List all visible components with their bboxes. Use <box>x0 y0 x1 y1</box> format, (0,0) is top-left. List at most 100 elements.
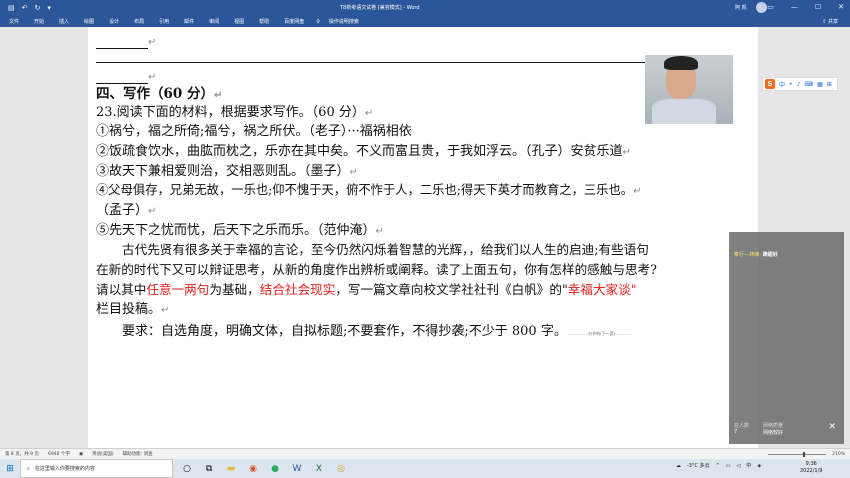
tab-design[interactable]: 设计 <box>109 18 119 25</box>
question-text: 23.阅读下面的材料，根据要求写作。（60 分） <box>96 105 365 120</box>
weather-text[interactable]: -3°C 多云 <box>687 462 710 469</box>
redo-icon[interactable]: ↻ <box>35 4 41 12</box>
close-icon[interactable]: ✕ <box>828 422 836 432</box>
tab-mailings[interactable]: 邮件 <box>184 18 194 25</box>
presenter-hair <box>664 56 698 70</box>
body-paragraph: 在新的时代下又可以辩证思考，从新的角度作出辨析或阐释。读了上面五句，你有怎样的感… <box>96 259 657 278</box>
app-tray-icon[interactable]: ◈ <box>757 463 761 469</box>
volume-icon[interactable]: ◁ <box>737 463 741 469</box>
tab-baidu-netdisk[interactable]: 百度网盘 <box>284 18 304 25</box>
system-clock[interactable]: 9:36 2022/1/9 <box>800 461 822 475</box>
skin-icon[interactable]: ▦ <box>817 81 823 88</box>
proofing-icon[interactable]: ▣ <box>79 452 83 457</box>
voice-icon[interactable]: ♪ <box>797 81 801 88</box>
section-heading: 四、写作（60 分）↵ <box>96 82 222 102</box>
tab-home[interactable]: 开始 <box>34 18 44 25</box>
lightbulb-icon: ♀ <box>316 18 320 25</box>
chat-message: 奉行---林峰: 跪甜好 <box>734 251 778 258</box>
toolbox-icon[interactable]: ⊞ <box>827 81 832 88</box>
presenter-body <box>652 99 716 124</box>
task-view-icon[interactable]: ⧉ <box>203 464 215 474</box>
tray-expand-icon[interactable]: ^ <box>716 463 720 469</box>
network-quality-value: 网络较好 <box>763 430 784 436</box>
sogou-logo-icon: S <box>765 79 775 89</box>
paragraph-mark: ↵ <box>148 37 157 48</box>
requirement-paragraph: 要求：自选角度，明确文体，自拟标题;不要套作，不得抄袭;不少于 800 字。 …… <box>122 320 631 339</box>
tab-review[interactable]: 审阅 <box>209 18 219 25</box>
avatar[interactable] <box>756 2 767 13</box>
answer-blank <box>96 38 148 49</box>
body-text: 请以其中 <box>96 282 147 297</box>
tell-me-search[interactable]: 操作说明搜索 <box>329 18 359 25</box>
question-stem: 23.阅读下面的材料，根据要求写作。（60 分）↵ <box>96 101 373 120</box>
punctuation-icon[interactable]: • <box>789 81 793 88</box>
material-text: ⑤先天下之忧而忧，后天下之乐而乐。（范仲淹） <box>96 223 376 238</box>
zoom-level[interactable]: 210% <box>832 452 845 457</box>
material-item: ②饭疏食饮水，曲肱而枕之，乐亦在其中矣。不义而富且贵，于我如浮云。（孔子）安贫乐… <box>96 140 631 159</box>
ribbon-display-icon[interactable]: ▭ <box>767 3 774 11</box>
chrome-icon[interactable]: ◎ <box>335 464 347 474</box>
viewer-count: 在人数 7 <box>734 422 749 436</box>
tab-references[interactable]: 引用 <box>159 18 169 25</box>
answer-line: ↵ <box>96 30 156 49</box>
chat-text: 跪甜好 <box>762 252 778 258</box>
page-count[interactable]: 第 8 页，共 9 页 <box>5 451 39 457</box>
network-icon[interactable]: ▭ <box>726 463 731 469</box>
material-text: （孟子） <box>96 203 149 218</box>
tab-view[interactable]: 视图 <box>234 18 244 25</box>
share-button[interactable]: ⇧ 共享 <box>822 18 838 25</box>
cortana-icon[interactable]: ○ <box>181 464 193 474</box>
divider <box>96 62 731 63</box>
section-break: ……………分节符(下一页)………… <box>566 331 632 336</box>
maximize-icon[interactable]: ☐ <box>815 3 821 11</box>
system-tray: ☁ -3°C 多云 ^ ▭ ◁ 中 ◈ <box>676 462 761 470</box>
clock-time: 9:36 <box>805 461 817 467</box>
paragraph-mark: ↵ <box>148 206 157 217</box>
tab-file[interactable]: 文件 <box>9 18 19 25</box>
minimize-icon[interactable]: — <box>791 3 798 11</box>
highlight-text: 幸福大家谈 <box>567 282 631 297</box>
zoom-slider[interactable] <box>768 454 826 455</box>
paragraph-mark: ↵ <box>364 108 374 119</box>
body-text: 栏目投稿。 <box>96 302 162 317</box>
tab-help[interactable]: 帮助 <box>259 18 269 25</box>
requirement-text: 要求：自选角度，明确文体，自拟标题;不要套作，不得抄袭;不少于 800 字。 <box>122 324 567 339</box>
keyboard-icon[interactable]: ⌨ <box>804 81 813 88</box>
excel-icon[interactable]: X <box>313 464 325 474</box>
undo-icon[interactable]: ↶ <box>22 4 28 12</box>
customize-icon[interactable]: ▾ <box>47 4 51 12</box>
taskbar-search[interactable]: ⌕ 在这里输入你要搜索的内容 <box>20 459 173 478</box>
file-explorer-icon[interactable]: ▬ <box>225 464 237 474</box>
ime-mode-icon[interactable]: 中 <box>779 80 785 89</box>
paragraph-mark: ↵ <box>214 90 223 101</box>
wechat-icon[interactable]: ● <box>269 464 281 474</box>
tab-draw[interactable]: 绘图 <box>84 18 94 25</box>
material-item: ①祸兮，福之所倚;福兮，祸之所伏。（老子）···福祸相依 <box>96 120 412 139</box>
webcam-video <box>645 55 733 124</box>
windows-start-icon[interactable]: ⊞ <box>0 459 20 478</box>
weather-icon[interactable]: ☁ <box>676 463 681 469</box>
body-text: 在新的时代下又可以辩证思考，从新的角度作出辨析或阐释。读了上面五句，你有怎样的感… <box>96 262 657 277</box>
chat-username: 奉行---林峰: <box>734 252 762 258</box>
accessibility-status[interactable]: 辅助功能: 调查 <box>123 451 153 457</box>
zoom-slider-handle[interactable] <box>803 452 805 457</box>
save-icon[interactable]: ▤ <box>8 4 15 12</box>
share-label: 共享 <box>827 19 838 25</box>
close-icon[interactable]: ✕ <box>838 3 844 11</box>
language-indicator[interactable]: 英语(美国) <box>92 451 114 457</box>
browser-icon[interactable]: ◉ <box>247 464 259 474</box>
ime-indicator[interactable]: 中 <box>746 462 751 469</box>
section-break-label: 分节符(下一页) <box>588 331 616 336</box>
paragraph-mark: ↵ <box>375 226 384 237</box>
word-count[interactable]: 6948 个字 <box>48 451 70 457</box>
tab-layout[interactable]: 布局 <box>134 18 144 25</box>
material-text: ③故天下兼相爱则治，交相恶则乱。（墨子） <box>96 164 350 179</box>
body-paragraph: 栏目投稿。↵ <box>96 298 169 317</box>
viewer-count-value: 7 <box>734 429 738 435</box>
paragraph-mark: ↵ <box>633 186 642 197</box>
material-text: ④父母俱存，兄弟无故，一乐也;仰不愧于天，俯不怍于人，二乐也;得天下英才而教育之… <box>96 183 634 197</box>
word-icon[interactable]: W <box>291 464 303 474</box>
user-name[interactable]: 阿 凯 <box>735 4 747 11</box>
ime-toolbar[interactable]: S 中 • ♪ ⌨ ▦ ⊞ <box>762 77 838 91</box>
tab-insert[interactable]: 插入 <box>59 18 69 25</box>
